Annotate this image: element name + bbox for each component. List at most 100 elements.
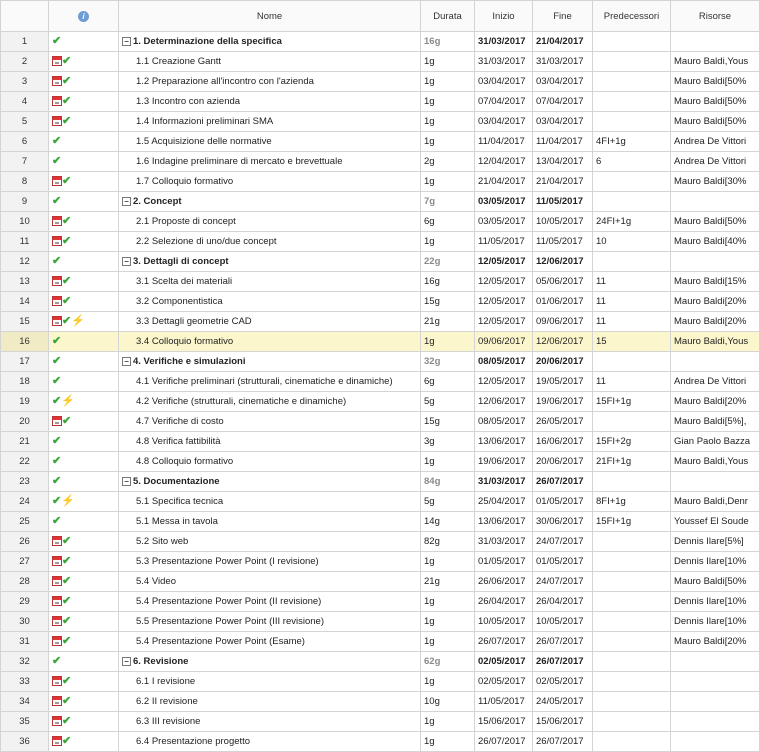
risorse-cell[interactable]: Youssef El Soude [671,512,759,532]
predecessori-cell[interactable]: 11 [593,272,671,292]
row-id-cell[interactable]: 16 [1,332,49,352]
task-name-cell[interactable]: 6.3 III revisione [119,712,421,732]
row-id-cell[interactable]: 32 [1,652,49,672]
fine-cell[interactable]: 01/05/2017 [533,552,593,572]
task-row[interactable]: 36✔6.4 Presentazione progetto1g26/07/201… [1,732,759,752]
durata-cell[interactable]: 1g [421,92,475,112]
inizio-cell[interactable]: 31/03/2017 [475,52,533,72]
predecessori-cell[interactable]: 11 [593,312,671,332]
fine-cell[interactable]: 31/03/2017 [533,52,593,72]
fine-cell[interactable]: 20/06/2017 [533,452,593,472]
predecessori-cell[interactable] [593,92,671,112]
predecessori-cell[interactable] [593,592,671,612]
row-id-cell[interactable]: 27 [1,552,49,572]
durata-cell[interactable]: 1g [421,632,475,652]
task-row[interactable]: 7✔1.6 Indagine preliminare di mercato e … [1,152,759,172]
durata-cell[interactable]: 1g [421,672,475,692]
row-id-cell[interactable]: 21 [1,432,49,452]
inizio-cell[interactable]: 03/04/2017 [475,112,533,132]
durata-cell[interactable]: 62g [421,652,475,672]
risorse-cell[interactable] [671,692,759,712]
fine-cell[interactable]: 01/05/2017 [533,492,593,512]
risorse-cell[interactable] [671,672,759,692]
task-row[interactable]: 18✔4.1 Verifiche preliminari (struttural… [1,372,759,392]
task-row[interactable]: 28✔5.4 Video21g26/06/201724/07/2017Mauro… [1,572,759,592]
task-name-cell[interactable]: 1.5 Acquisizione delle normative [119,132,421,152]
task-name-cell[interactable]: 5.4 Presentazione Power Point (Esame) [119,632,421,652]
fine-cell[interactable]: 26/07/2017 [533,632,593,652]
row-id-cell[interactable]: 22 [1,452,49,472]
predecessori-cell[interactable] [593,112,671,132]
inizio-cell[interactable]: 12/05/2017 [475,272,533,292]
summary-task-row[interactable]: 9✔−2. Concept7g03/05/201711/05/2017 [1,192,759,212]
fine-cell[interactable]: 24/05/2017 [533,692,593,712]
row-id-cell[interactable]: 28 [1,572,49,592]
risorse-cell[interactable]: Dennis Ilare[5%] [671,532,759,552]
task-name-cell[interactable]: 6.1 I revisione [119,672,421,692]
durata-cell[interactable]: 1g [421,332,475,352]
task-name-cell[interactable]: 1.4 Informazioni preliminari SMA [119,112,421,132]
task-row[interactable]: 14✔3.2 Componentistica15g12/05/201701/06… [1,292,759,312]
task-row[interactable]: 16✔3.4 Colloquio formativo1g09/06/201712… [1,332,759,352]
fine-cell[interactable]: 12/06/2017 [533,332,593,352]
task-name-cell[interactable]: 5.4 Video [119,572,421,592]
durata-cell[interactable]: 1g [421,52,475,72]
durata-cell[interactable]: 1g [421,552,475,572]
task-name-cell[interactable]: 5.1 Specifica tecnica [119,492,421,512]
fine-cell[interactable]: 21/04/2017 [533,32,593,52]
predecessori-cell[interactable] [593,692,671,712]
row-id-cell[interactable]: 2 [1,52,49,72]
durata-cell[interactable]: 22g [421,252,475,272]
durata-cell[interactable]: 6g [421,372,475,392]
risorse-cell[interactable]: Mauro Baldi[15% [671,272,759,292]
fine-cell[interactable]: 09/06/2017 [533,312,593,332]
row-id-cell[interactable]: 1 [1,32,49,52]
risorse-cell[interactable]: Mauro Baldi[50% [671,212,759,232]
task-row[interactable]: 24✔⚡5.1 Specifica tecnica5g25/04/201701/… [1,492,759,512]
task-name-cell[interactable]: −4. Verifiche e simulazioni [119,352,421,372]
task-row[interactable]: 26✔5.2 Sito web82g31/03/201724/07/2017De… [1,532,759,552]
durata-cell[interactable]: 16g [421,272,475,292]
row-id-cell[interactable]: 4 [1,92,49,112]
predecessori-cell[interactable] [593,352,671,372]
row-id-cell[interactable]: 18 [1,372,49,392]
risorse-cell[interactable] [671,732,759,752]
predecessori-cell[interactable] [593,72,671,92]
fine-cell[interactable]: 11/05/2017 [533,192,593,212]
task-row[interactable]: 6✔1.5 Acquisizione delle normative1g11/0… [1,132,759,152]
inizio-cell[interactable]: 26/07/2017 [475,732,533,752]
fine-cell[interactable]: 13/04/2017 [533,152,593,172]
durata-cell[interactable]: 15g [421,412,475,432]
column-header-fine[interactable]: Fine [533,1,593,32]
task-row[interactable]: 25✔5.1 Messa in tavola14g13/06/201730/06… [1,512,759,532]
fine-cell[interactable]: 11/04/2017 [533,132,593,152]
predecessori-cell[interactable] [593,572,671,592]
risorse-cell[interactable]: Andrea De Vittori [671,152,759,172]
predecessori-cell[interactable]: 4FI+1g [593,132,671,152]
task-name-cell[interactable]: 3.2 Componentistica [119,292,421,312]
task-row[interactable]: 5✔1.4 Informazioni preliminari SMA1g03/0… [1,112,759,132]
collapse-toggle-icon[interactable]: − [122,357,131,366]
inizio-cell[interactable]: 26/06/2017 [475,572,533,592]
row-id-cell[interactable]: 23 [1,472,49,492]
row-id-cell[interactable]: 36 [1,732,49,752]
durata-cell[interactable]: 5g [421,492,475,512]
risorse-cell[interactable]: Gian Paolo Bazza [671,432,759,452]
inizio-cell[interactable]: 26/07/2017 [475,632,533,652]
risorse-cell[interactable]: Mauro Baldi[20% [671,312,759,332]
row-id-cell[interactable]: 34 [1,692,49,712]
durata-cell[interactable]: 15g [421,292,475,312]
inizio-cell[interactable]: 03/05/2017 [475,212,533,232]
risorse-cell[interactable]: Mauro Baldi,Yous [671,332,759,352]
task-name-cell[interactable]: 4.8 Verifica fattibilità [119,432,421,452]
column-header-nome[interactable]: Nome [119,1,421,32]
risorse-cell[interactable]: Mauro Baldi[50% [671,572,759,592]
summary-task-row[interactable]: 12✔−3. Dettagli di concept22g12/05/20171… [1,252,759,272]
inizio-cell[interactable]: 12/05/2017 [475,252,533,272]
inizio-cell[interactable]: 12/05/2017 [475,292,533,312]
inizio-cell[interactable]: 25/04/2017 [475,492,533,512]
task-name-cell[interactable]: −3. Dettagli di concept [119,252,421,272]
durata-cell[interactable]: 1g [421,712,475,732]
summary-task-row[interactable]: 17✔−4. Verifiche e simulazioni32g08/05/2… [1,352,759,372]
column-header-indicators[interactable]: i [49,1,119,32]
